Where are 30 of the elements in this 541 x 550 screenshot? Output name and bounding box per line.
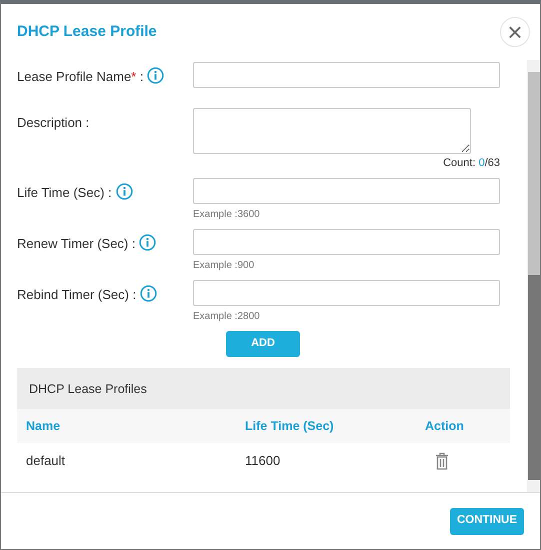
info-icon[interactable]: [116, 182, 133, 200]
table-title: DHCP Lease Profiles: [17, 368, 510, 408]
info-icon[interactable]: [147, 67, 164, 84]
example-hint: Example :900: [193, 258, 256, 272]
table-cell: 11600: [245, 452, 280, 468]
scrollbar[interactable]: [527, 60, 540, 492]
example-hint: Example :3600: [193, 208, 261, 222]
field-label: Description :: [17, 114, 90, 132]
continue-button[interactable]: CONTINUE: [450, 508, 524, 534]
info-icon[interactable]: [139, 234, 156, 250]
input-field[interactable]: [193, 228, 500, 254]
input-field[interactable]: [193, 62, 500, 88]
field-label: Renew Timer (Sec) :: [17, 234, 136, 253]
info-icon[interactable]: [140, 284, 158, 302]
trash-icon[interactable]: [435, 452, 449, 470]
table-cell: default: [26, 452, 66, 468]
field-label: Rebind Timer (Sec) :: [17, 286, 136, 304]
column-header: Name: [26, 418, 60, 433]
character-count: Count: 0/63: [442, 156, 500, 171]
column-header: Action: [425, 418, 464, 433]
input-field[interactable]: [193, 178, 500, 204]
column-header: Life Time (Sec): [245, 418, 334, 433]
input-field[interactable]: [193, 280, 500, 306]
field-label: Lease Profile Name* :: [17, 68, 144, 86]
add-button[interactable]: ADD: [226, 330, 300, 356]
field-label: Life Time (Sec) :: [17, 184, 112, 202]
close-button[interactable]: ×: [500, 17, 530, 47]
example-hint: Example :2800: [193, 310, 261, 324]
description-field[interactable]: [193, 108, 471, 154]
dialog-title: DHCP Lease Profile: [17, 23, 157, 41]
